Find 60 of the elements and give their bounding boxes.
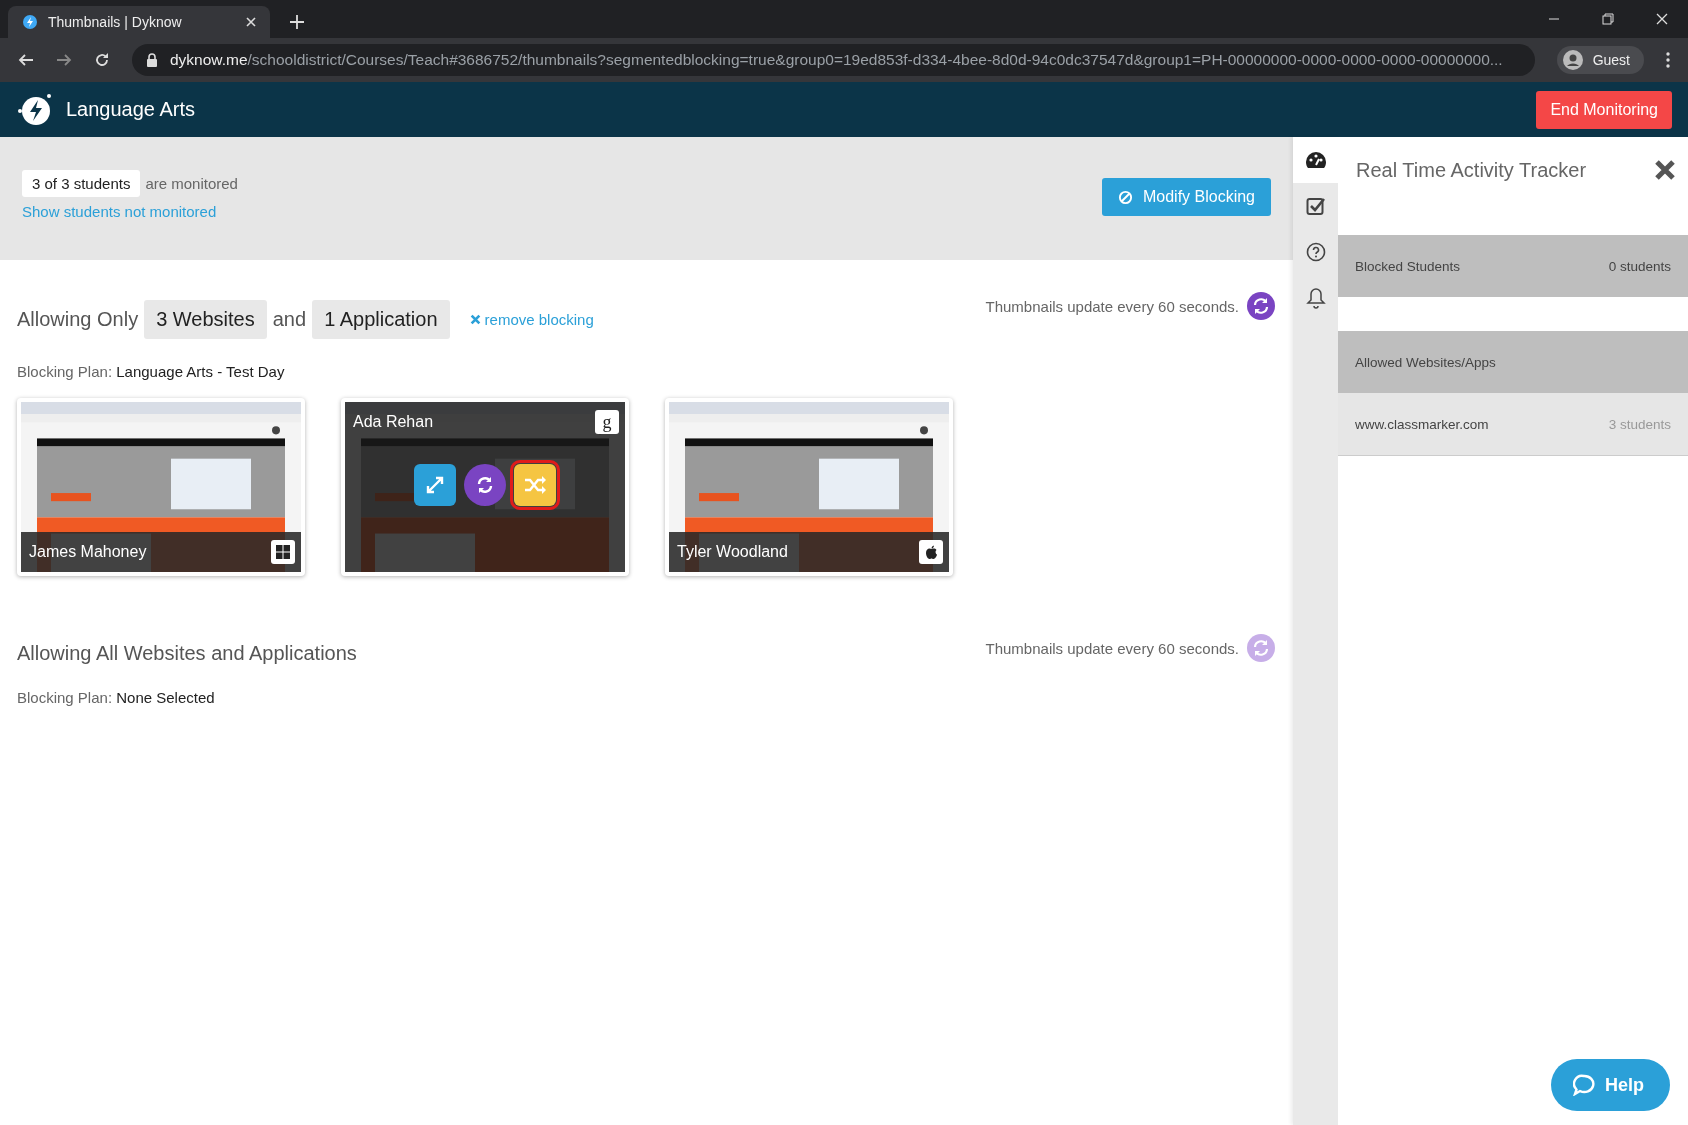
panel-title: Real Time Activity Tracker xyxy=(1356,158,1587,182)
student-count: 3 of 3 students xyxy=(22,170,141,197)
bell-icon xyxy=(1305,287,1326,309)
allowance-chip[interactable]: 3 Websites xyxy=(144,300,267,339)
plan-label: Blocking Plan: xyxy=(17,363,113,380)
close-icon xyxy=(469,314,481,325)
browser-tab[interactable]: Thumbnails | Dyknow xyxy=(8,6,270,38)
update-note: Thumbnails update every 60 seconds. xyxy=(985,297,1239,315)
end-monitoring-button[interactable]: End Monitoring xyxy=(1536,90,1672,129)
group-heading: Allowing Only xyxy=(17,308,139,331)
allowance-chip[interactable]: 1 Application xyxy=(312,300,450,339)
group-heading: Allowing All Websites and Applications xyxy=(17,642,357,665)
plan-name: Language Arts - Test Day xyxy=(116,363,285,380)
address-field[interactable]: dyknow.me/schooldistrict/Courses/Teach#3686752/thumbnails?segmentedblocking=true&group0=19ed853f-d334-4bee-8d0d-94c0dc37547d&group1=PH-00000000-0000-0000-0000-00000000... xyxy=(132,44,1535,76)
dashboard-tab[interactable] xyxy=(1293,137,1338,183)
forward-icon[interactable] xyxy=(56,52,72,68)
checkbox-icon xyxy=(1305,196,1326,216)
section-header[interactable]: Allowed Websites/Apps xyxy=(1338,331,1688,393)
expand-icon xyxy=(424,474,446,496)
help-icon xyxy=(1305,242,1326,262)
site-row[interactable]: www.classmarker.com 3 students xyxy=(1338,393,1688,456)
shuffle-icon xyxy=(523,474,547,496)
plan-label: Blocking Plan: xyxy=(17,689,113,706)
student-count: 3 students xyxy=(1608,416,1671,432)
section-title: Allowed Websites/Apps xyxy=(1355,354,1496,370)
block-icon xyxy=(1117,189,1133,205)
chat-icon xyxy=(1573,1074,1595,1096)
section-title: Blocked Students xyxy=(1355,258,1461,274)
student-count: 0 students xyxy=(1608,258,1671,274)
section-header[interactable]: Blocked Students 0 students xyxy=(1338,235,1688,297)
reload-icon[interactable] xyxy=(94,52,110,68)
restore-icon[interactable] xyxy=(1602,13,1614,25)
student-name: Tyler Woodland xyxy=(677,543,788,561)
student-name: Ada Rehan xyxy=(353,413,434,431)
course-title: Language Arts xyxy=(66,98,195,121)
speedometer-icon xyxy=(1304,150,1327,170)
apple-icon xyxy=(924,544,938,560)
student-thumbnail-card[interactable]: Tyler Woodland xyxy=(665,398,953,576)
student-name: James Mahoney xyxy=(29,543,147,561)
more-icon[interactable] xyxy=(1666,52,1670,68)
refresh-icon[interactable] xyxy=(1247,292,1275,320)
new-tab-icon[interactable] xyxy=(290,15,304,29)
profile-button[interactable]: Guest xyxy=(1556,46,1644,74)
close-icon[interactable] xyxy=(1654,159,1676,181)
bolt-logo-icon xyxy=(22,14,38,30)
student-thumbnail-card[interactable]: James Mahoney xyxy=(17,398,305,576)
update-note: Thumbnails update every 60 seconds. xyxy=(985,639,1239,657)
os-badge: g xyxy=(595,410,619,434)
lock-icon xyxy=(146,53,158,67)
student-thumbnail-card[interactable]: Ada Rehan g xyxy=(341,398,629,576)
url-text: dyknow.me/schooldistrict/Courses/Teach#3686752/thumbnails?segmentedblocking=true&group0=19ed853f-d334-4bee-8d0d-94c0dc37547d&group1=PH-00000000-0000-0000-0000-00000000... xyxy=(170,51,1503,69)
site-url: www.classmarker.com xyxy=(1355,416,1489,432)
conjunction-text: and xyxy=(272,308,307,331)
windows-icon xyxy=(276,545,290,559)
monitored-label: are monitored xyxy=(145,175,238,192)
back-icon[interactable] xyxy=(18,52,34,68)
tab-title: Thumbnails | Dyknow xyxy=(48,14,183,30)
expand-button[interactable] xyxy=(414,464,456,506)
plan-name: None Selected xyxy=(116,689,215,706)
avatar-icon xyxy=(1562,50,1583,70)
